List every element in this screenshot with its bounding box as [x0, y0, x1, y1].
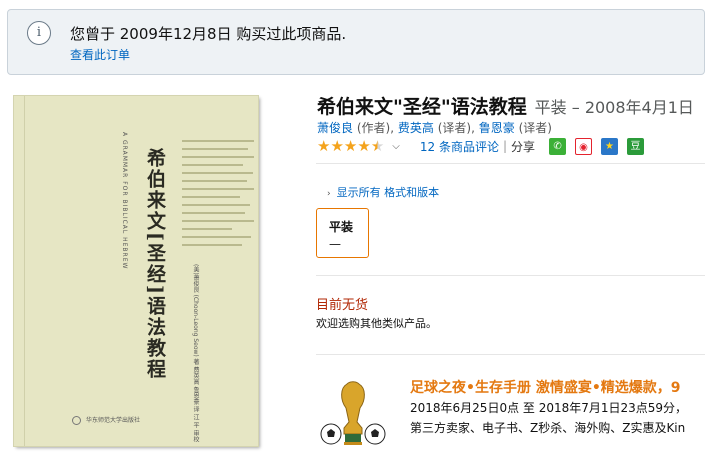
product-title: 希伯来文"圣经"语法教程 [317, 96, 527, 118]
divider [316, 163, 705, 164]
star-icon: ★ [357, 136, 371, 155]
share-label: 分享 [511, 139, 536, 154]
purchase-notice-message: 您曾于 2009年12月8日 购买过此项商品. [70, 25, 347, 43]
publisher-logo-icon [72, 416, 81, 425]
rating-row: ★ ★ ★ ★ ★ ⌵ 12 条商品评论 | 分享 ✆ ◉ ★ 豆 [317, 136, 645, 155]
author-role: (作者) [356, 121, 391, 135]
wechat-icon[interactable]: ✆ [549, 137, 567, 155]
star-icon: ★ [343, 136, 358, 155]
show-all-formats-label: 显示所有 格式和版本 [336, 186, 440, 199]
translator-role: (译者) [437, 121, 472, 135]
promo-dates: 2018年6月25日0点 至 2018年7月1日23点59分， [410, 401, 688, 415]
cover-publisher: 华东师范大学出版社 [86, 417, 141, 424]
cover-fold-line [24, 96, 25, 446]
format-option-paperback[interactable]: 平装 — [316, 208, 369, 258]
star-rating[interactable]: ★ ★ ★ ★ ★ [317, 136, 385, 155]
promo-title[interactable]: 足球之夜•生存手册 激情盛宴•精选爆款，9 [410, 377, 681, 397]
format-option-label: 平装 [329, 220, 354, 234]
cover-authors: (美)萧俊良 (Choon-Leong Seow) 著 费英高 鲁恩豪 译 江 … [192, 264, 199, 443]
divider [316, 354, 705, 355]
world-cup-trophy-icon[interactable] [320, 378, 386, 448]
divider [316, 275, 705, 276]
info-icon: i [27, 21, 51, 45]
cover-hebrew-text [182, 140, 254, 252]
douban-icon[interactable]: 豆 [627, 137, 645, 155]
view-order-link[interactable]: 查看此订单 [70, 46, 130, 63]
product-title-row: 希伯来文"圣经"语法教程 平装 – 2008年4月1日 [317, 92, 694, 119]
availability-status: 目前无货 [316, 298, 369, 313]
reviews-link[interactable]: 12 条商品评论 [420, 138, 499, 155]
chevron-down-icon[interactable]: ⌵ [392, 141, 400, 152]
show-all-formats-link[interactable]: › 显示所有 格式和版本 [327, 184, 439, 200]
weibo-icon[interactable]: ◉ [575, 137, 593, 155]
byline: 萧俊良 (作者), 费英高 (译者), 鲁恩豪 (译者) [317, 121, 552, 135]
chevron-right-icon: › [327, 189, 331, 199]
translator-role: (译者) [518, 121, 552, 135]
format-option-price: — [329, 237, 341, 251]
cover-title: 希伯来文[圣经]语法教程 [144, 148, 166, 380]
separator: | [502, 139, 507, 153]
book-cover-image[interactable]: A GRAMMAR FOR BIBLICAL HEBREW 希伯来文[圣经]语法… [14, 96, 258, 446]
product-format-date: 平装 – 2008年4月1日 [534, 98, 694, 117]
star-icon: ★ [330, 136, 344, 155]
availability-note: 欢迎选购其他类似产品。 [316, 317, 437, 330]
purchase-notice: i 您曾于 2009年12月8日 购买过此项商品. 查看此订单 [7, 9, 705, 75]
translator-link[interactable]: 鲁恩豪 [479, 121, 515, 135]
translator-link[interactable]: 费英高 [398, 121, 434, 135]
qzone-icon[interactable]: ★ [601, 137, 619, 155]
promo-categories: 第三方卖家、电子书、Z秒杀、海外购、Z实惠及Kin [410, 421, 686, 435]
star-icon: ★ [317, 136, 331, 155]
half-star-icon: ★ [370, 136, 385, 155]
author-link[interactable]: 萧俊良 [317, 121, 353, 135]
cover-english-subtitle: A GRAMMAR FOR BIBLICAL HEBREW [121, 132, 128, 270]
